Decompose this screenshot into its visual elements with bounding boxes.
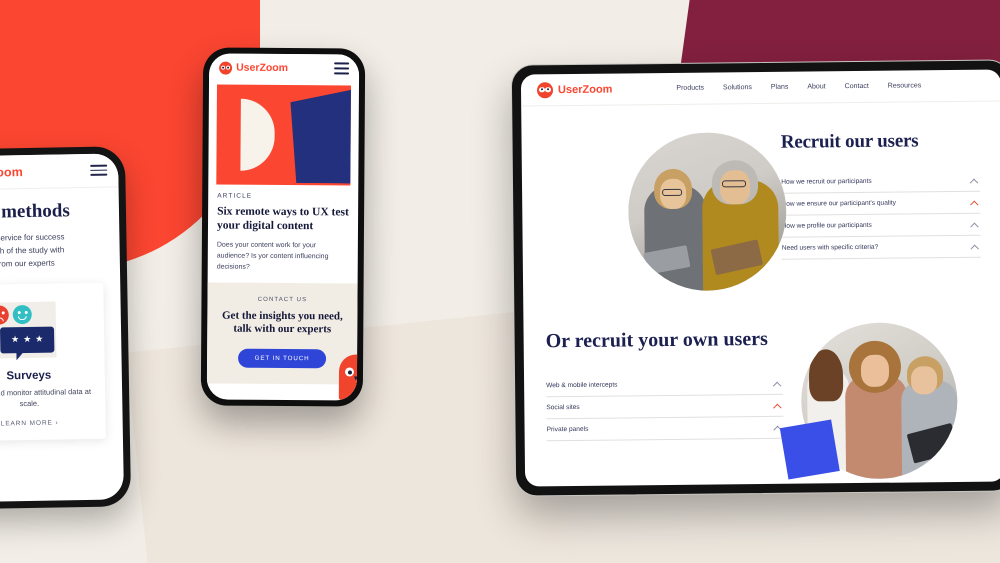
accordion-item[interactable]: Private panels: [546, 416, 784, 442]
tablet-header: UserZoom Products Solutions Plans About …: [520, 69, 1000, 107]
phone-center-screen: UserZoom ARTICLE Six remote ways to UX t…: [206, 53, 360, 401]
accordion-label: How we profile our participants: [781, 221, 872, 230]
accordion-item[interactable]: How we profile our participants: [781, 213, 981, 238]
happy-face-icon: [12, 304, 32, 324]
article-title[interactable]: Six remote ways to UX test your digital …: [217, 205, 349, 234]
recruit-our-users-content: Recruit our users How we recruit our par…: [780, 111, 1000, 303]
recruit-own-users-content: Or recruit your own users Web & mobile i…: [524, 328, 785, 487]
nav-item-plans[interactable]: Plans: [771, 84, 789, 91]
recruit-our-users-section: Recruit our users How we recruit our par…: [521, 101, 1000, 318]
nav-item-solutions[interactable]: Solutions: [723, 84, 752, 91]
phone-center-header: UserZoom: [209, 53, 360, 83]
phone-device-center: UserZoom ARTICLE Six remote ways to UX t…: [200, 47, 366, 407]
accordion-label: How we recruit our participants: [781, 177, 872, 186]
hamburger-icon[interactable]: [90, 164, 108, 176]
tablet-logo[interactable]: UserZoom: [536, 81, 613, 98]
tablet-device: UserZoom Products Solutions Plans About …: [510, 59, 1000, 497]
accordion-item[interactable]: Need users with specific criteria?: [781, 235, 981, 260]
article-kicker: ARTICLE: [217, 192, 253, 200]
article-hero-image: [216, 84, 351, 186]
blue-square-accent: [780, 419, 840, 480]
card-description: Collect and monitor attitudinal data at …: [0, 386, 92, 408]
accordion-label: Social sites: [546, 403, 580, 412]
surveys-card[interactable]: ✓ ✕ ★★★ Surveys Collect and monitor atti…: [0, 282, 106, 442]
phone-left-header: UserZoom: [0, 153, 119, 191]
chevron-up-icon[interactable]: [971, 221, 978, 228]
section-heading: Or recruit your own users: [545, 327, 768, 353]
phone-center-logo[interactable]: UserZoom: [219, 61, 289, 75]
rating-bubble-icon: ★ ★ ★: [0, 326, 55, 353]
logo-wordmark: UserZoom: [0, 164, 24, 180]
get-in-touch-button[interactable]: GET IN TOUCH: [237, 348, 327, 369]
survey-feedback-illustration: ✓ ✕ ★★★: [0, 296, 97, 364]
accordion-item[interactable]: Web & mobile intercepts: [546, 372, 784, 398]
accordion-label: Private panels: [546, 425, 589, 434]
half-circle-shape: [240, 98, 275, 171]
chevron-up-icon[interactable]: [774, 380, 781, 387]
cta-title: Get the insights you need, talk with our…: [221, 309, 343, 336]
accordion-label: Need users with specific criteria?: [781, 243, 879, 252]
recruit-own-users-section: Or recruit your own users Web & mobile i…: [523, 301, 1000, 486]
hero-photo-area: [521, 114, 788, 318]
article-description: Does your content work for your audience…: [216, 241, 329, 272]
cta-kicker: CONTACT US: [257, 296, 308, 303]
phone-left-content: search methods our product or service fo…: [0, 187, 123, 442]
section-heading: Recruit our users: [780, 130, 919, 153]
phone-left-screen: UserZoom search methods our product or s…: [0, 153, 125, 503]
logo-wordmark: UserZoom: [236, 61, 289, 75]
main-navigation: Products Solutions Plans About Contact R…: [676, 82, 921, 92]
two-mature-adults-reading-photo: [627, 131, 788, 292]
page-subtitle: our product or service for success rning…: [0, 232, 65, 269]
own-users-photo-area: [780, 317, 1000, 486]
accordion-list-two: Web & mobile intercepts Social sites Pri…: [546, 372, 784, 442]
nav-item-products[interactable]: Products: [676, 85, 704, 92]
contact-cta-section: CONTACT US Get the insights you need, ta…: [206, 282, 360, 401]
navy-polygon-shape: [272, 89, 351, 184]
owl-mascot-icon[interactable]: [338, 354, 360, 401]
owl-logo-icon: [536, 81, 554, 98]
article-block: ARTICLE Six remote ways to UX test your …: [208, 184, 359, 274]
page-title: search methods: [0, 200, 70, 223]
chevron-up-icon[interactable]: [971, 199, 978, 206]
nav-item-contact[interactable]: Contact: [845, 83, 869, 90]
card-title: Surveys: [6, 369, 52, 382]
accordion-item[interactable]: How we ensure our participant's quality: [781, 191, 981, 216]
accordion-item[interactable]: How we recruit our participants: [781, 169, 981, 194]
phone-device-left: UserZoom search methods our product or s…: [0, 146, 132, 510]
nav-item-resources[interactable]: Resources: [888, 82, 922, 89]
accordion-label: How we ensure our participant's quality: [781, 199, 896, 208]
tablet-screen: UserZoom Products Solutions Plans About …: [520, 69, 1000, 487]
chevron-up-icon[interactable]: [971, 177, 978, 184]
hamburger-icon[interactable]: [334, 62, 350, 75]
owl-logo-icon: [219, 61, 233, 75]
phone-left-logo[interactable]: UserZoom: [0, 165, 23, 180]
chevron-up-icon[interactable]: [774, 402, 781, 409]
accordion-item[interactable]: Social sites: [546, 394, 784, 420]
chevron-up-icon[interactable]: [972, 243, 979, 250]
learn-more-link[interactable]: LEARN MORE ›: [0, 419, 98, 428]
accordion-label: Web & mobile intercepts: [546, 381, 618, 390]
nav-item-about[interactable]: About: [807, 83, 825, 90]
logo-wordmark: UserZoom: [557, 83, 613, 96]
accordion-list-one: How we recruit our participants How we e…: [781, 169, 981, 260]
